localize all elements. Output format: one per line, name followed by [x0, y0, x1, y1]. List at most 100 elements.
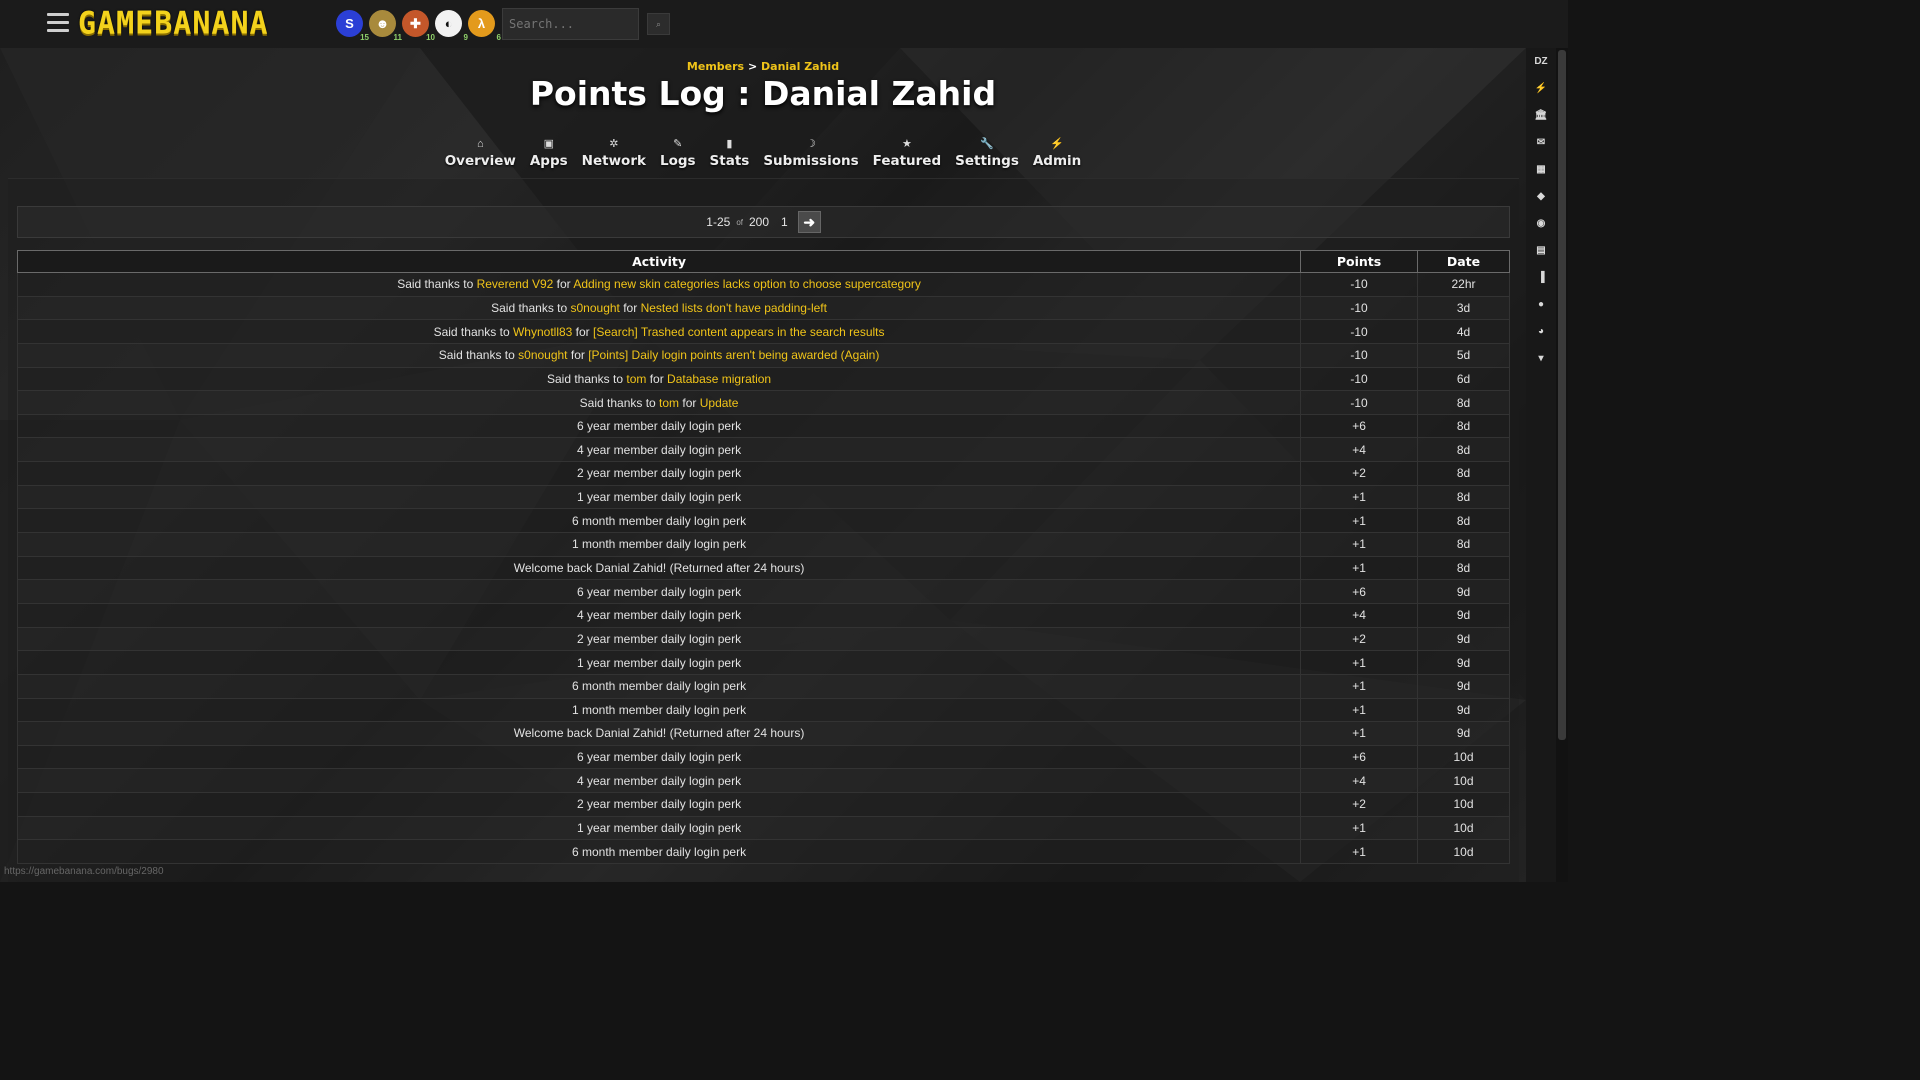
points-cell: +1	[1300, 484, 1419, 510]
date-cell: 6d	[1417, 366, 1510, 392]
date-cell: 10d	[1417, 792, 1510, 817]
table-row: Said thanks to Whynotll83 for [Search] T…	[16, 319, 1510, 344]
date-cell: 8d	[1417, 508, 1510, 534]
activity-cell: 1 year member daily login perk	[16, 484, 1302, 510]
menu-icon[interactable]	[47, 13, 69, 35]
tab-label: Admin	[1032, 153, 1082, 169]
game-count-badge: 15	[360, 33, 369, 42]
mail-icon[interactable]: ✉	[1526, 129, 1556, 156]
table-row: 6 year member daily login perk +6 10d	[16, 744, 1510, 770]
date-cell: 9d	[1417, 650, 1510, 675]
date-cell: 8d	[1417, 555, 1510, 581]
activity-text: 2 year member daily login perk	[577, 797, 742, 812]
fallout-game-icon[interactable]: ☻ 11	[369, 10, 402, 42]
points-cell: -10	[1300, 319, 1419, 344]
activity-text: Said thanks to	[546, 371, 627, 386]
pagination: 1-25 of 200 1 ➜	[17, 206, 1510, 238]
activity-text: Said thanks to	[438, 348, 519, 363]
tab-settings[interactable]: 🔧 Settings	[955, 137, 1019, 169]
tab-label: Network	[581, 153, 646, 169]
next-page-button[interactable]: ➜	[797, 211, 821, 233]
table-row: Said thanks to tom for Update -10 8d	[16, 390, 1510, 415]
admin-icon: ⚡	[1050, 138, 1064, 150]
activity-cell: Said thanks to Reverend V92 for Adding n…	[16, 272, 1302, 297]
scrollbar[interactable]	[1556, 48, 1568, 882]
date-cell: 9d	[1417, 579, 1510, 604]
table-row: 6 year member daily login perk +6 8d	[16, 413, 1510, 439]
game-glyph: λ	[477, 16, 486, 31]
scroll-thumb[interactable]	[1558, 50, 1566, 740]
points-cell: +6	[1300, 579, 1419, 604]
activity-link[interactable]: Whynotll83	[513, 325, 572, 339]
activity-text: for	[572, 324, 594, 339]
activity-cell: Said thanks to s0nought for Nested lists…	[16, 295, 1302, 321]
date-cell: 5d	[1417, 342, 1510, 368]
bank-icon[interactable]: 🏛	[1526, 102, 1556, 129]
header-points: Points	[1300, 250, 1419, 273]
featured-icon: ★	[901, 138, 912, 150]
globe-icon[interactable]: ◉	[1526, 210, 1556, 237]
activity-link[interactable]: Nested lists don't have padding-left	[641, 301, 827, 315]
activity-text: 1 month member daily login perk	[572, 537, 747, 552]
tab-overview[interactable]: ⌂ Overview	[445, 137, 516, 169]
breadcrumb-current[interactable]: Danial Zahid	[761, 60, 839, 73]
tab-apps[interactable]: ▣ Apps	[530, 137, 568, 169]
pagination-page[interactable]: 1	[781, 215, 788, 229]
points-cell: +1	[1300, 839, 1419, 865]
activity-link[interactable]: tom	[626, 372, 646, 386]
table-row: 6 year member daily login perk +6 9d	[16, 579, 1510, 604]
inbox-icon[interactable]: ▤	[1526, 237, 1556, 264]
dz-icon[interactable]: DZ	[1526, 48, 1556, 75]
activity-link[interactable]: [Search] Trashed content appears in the …	[593, 325, 885, 339]
game-glyph: ◐	[444, 16, 453, 31]
diamond-icon[interactable]: ◆	[1526, 183, 1556, 210]
sonic-game-icon[interactable]: S 15	[336, 10, 369, 42]
activity-link[interactable]: tom	[659, 396, 679, 410]
date-cell: 10d	[1417, 768, 1510, 794]
date-cell: 9d	[1417, 602, 1510, 628]
filter-icon[interactable]: ▾	[1526, 345, 1556, 372]
activity-link[interactable]: Update	[700, 396, 739, 410]
points-cell: +6	[1300, 413, 1419, 439]
search-input[interactable]	[502, 8, 639, 40]
points-cell: +1	[1300, 673, 1419, 699]
site-logo[interactable]: GAMEBANANA	[78, 7, 328, 41]
activity-link[interactable]: s0nought	[518, 348, 567, 362]
tab-logs[interactable]: ✎ Logs	[660, 137, 696, 169]
palette-icon[interactable]: ◕	[1526, 318, 1556, 345]
activity-link[interactable]: Adding new skin categories lacks option …	[573, 277, 921, 291]
table-row: 4 year member daily login perk +4 8d	[16, 437, 1510, 463]
date-cell: 10d	[1417, 744, 1510, 770]
tab-stats[interactable]: ▮ Stats	[710, 137, 750, 169]
settings-icon: 🔧	[980, 138, 994, 150]
activity-cell: Welcome back Danial Zahid! (Returned aft…	[16, 721, 1302, 746]
smash-game-icon[interactable]: ◐ 9	[435, 10, 468, 42]
date-cell: 8d	[1417, 532, 1510, 557]
tf2-game-icon[interactable]: ✚ 10	[402, 10, 435, 42]
grid-icon[interactable]: ▦	[1526, 156, 1556, 183]
right-rail: DZ ⚡ 🏛 ✉ ▦ ◆ ◉ ▤ ▐ ● ◕ ▾	[1526, 48, 1556, 882]
halflife-game-icon[interactable]: λ6	[468, 10, 501, 42]
tab-submissions[interactable]: ☽ Submissions	[763, 137, 858, 169]
date-cell: 8d	[1417, 390, 1510, 415]
activity-link[interactable]: Database migration	[667, 372, 771, 386]
tab-network[interactable]: ✲ Network	[582, 137, 646, 169]
activity-link[interactable]: [Points] Daily login points aren't being…	[588, 348, 879, 362]
activity-link[interactable]: s0nought	[571, 301, 620, 315]
activity-cell: 4 year member daily login perk	[16, 602, 1302, 628]
page-title: Points Log : Danial Zahid	[529, 74, 997, 113]
search-button[interactable]: ⌕	[647, 13, 670, 35]
tab-featured[interactable]: ★ Featured	[873, 137, 941, 169]
stats-icon[interactable]: ▐	[1526, 264, 1556, 291]
date-cell: 22hr	[1417, 272, 1510, 297]
tab-admin[interactable]: ⚡ Admin	[1033, 137, 1081, 169]
table-row: 6 month member daily login perk +1 9d	[16, 673, 1510, 699]
table-row: 4 year member daily login perk +4 9d	[16, 602, 1510, 628]
breadcrumb-members-link[interactable]: Members	[687, 60, 744, 73]
activity-link[interactable]: Reverend V92	[477, 277, 554, 291]
table-row: Said thanks to Reverend V92 for Adding n…	[16, 272, 1510, 297]
bolt-icon[interactable]: ⚡	[1526, 75, 1556, 102]
pin-icon[interactable]: ●	[1526, 291, 1556, 318]
date-cell: 8d	[1417, 413, 1510, 439]
activity-text: 6 month member daily login perk	[572, 513, 747, 528]
